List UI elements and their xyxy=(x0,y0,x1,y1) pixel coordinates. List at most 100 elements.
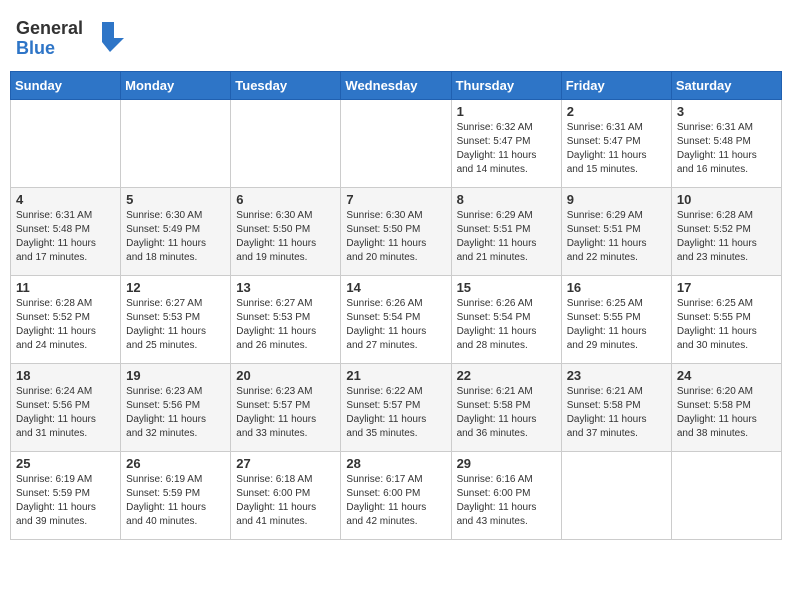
day-info: Sunrise: 6:22 AM Sunset: 5:57 PM Dayligh… xyxy=(346,385,445,441)
logo: General Blue xyxy=(14,14,124,63)
day-number: 21 xyxy=(346,368,445,383)
calendar-cell: 20 Sunrise: 6:23 AM Sunset: 5:57 PM Dayli… xyxy=(231,364,341,452)
day-number: 3 xyxy=(677,104,776,119)
day-info: Sunrise: 6:27 AM Sunset: 5:53 PM Dayligh… xyxy=(126,297,225,353)
calendar-cell: 23 Sunrise: 6:21 AM Sunset: 5:58 PM Dayli… xyxy=(561,364,671,452)
calendar-cell: 1Sunrise: 6:32 AM Sunset: 5:47 PM Daylig… xyxy=(451,100,561,188)
calendar-cell: 7 Sunrise: 6:30 AM Sunset: 5:50 PM Daylig… xyxy=(341,188,451,276)
day-number: 10 xyxy=(677,192,776,207)
day-number: 2 xyxy=(567,104,666,119)
day-number: 27 xyxy=(236,456,335,471)
day-info: Sunrise: 6:21 AM Sunset: 5:58 PM Dayligh… xyxy=(457,385,556,441)
svg-text:General: General xyxy=(16,18,83,38)
calendar-cell: 13 Sunrise: 6:27 AM Sunset: 5:53 PM Dayli… xyxy=(231,276,341,364)
calendar-cell: 12 Sunrise: 6:27 AM Sunset: 5:53 PM Dayli… xyxy=(121,276,231,364)
day-number: 22 xyxy=(457,368,556,383)
column-header-sunday: Sunday xyxy=(11,72,121,100)
calendar-cell: 29 Sunrise: 6:16 AM Sunset: 6:00 PM Dayli… xyxy=(451,452,561,540)
calendar-cell: 16Sunrise: 6:25 AM Sunset: 5:55 PM Dayli… xyxy=(561,276,671,364)
header: General Blue xyxy=(10,10,782,63)
calendar-cell: 26 Sunrise: 6:19 AM Sunset: 5:59 PM Dayli… xyxy=(121,452,231,540)
calendar-cell: 6 Sunrise: 6:30 AM Sunset: 5:50 PM Daylig… xyxy=(231,188,341,276)
day-info: Sunrise: 6:28 AM Sunset: 5:52 PM Dayligh… xyxy=(677,209,776,265)
calendar-cell: 10 Sunrise: 6:28 AM Sunset: 5:52 PM Dayli… xyxy=(671,188,781,276)
day-number: 7 xyxy=(346,192,445,207)
calendar-week-row: 4 Sunrise: 6:31 AM Sunset: 5:48 PM Daylig… xyxy=(11,188,782,276)
day-number: 9 xyxy=(567,192,666,207)
day-number: 15 xyxy=(457,280,556,295)
day-number: 6 xyxy=(236,192,335,207)
calendar-cell: 5 Sunrise: 6:30 AM Sunset: 5:49 PM Daylig… xyxy=(121,188,231,276)
calendar-cell xyxy=(11,100,121,188)
day-number: 28 xyxy=(346,456,445,471)
day-info: Sunrise: 6:28 AM Sunset: 5:52 PM Dayligh… xyxy=(16,297,115,353)
calendar-cell: 25Sunrise: 6:19 AM Sunset: 5:59 PM Dayli… xyxy=(11,452,121,540)
logo-text: General Blue xyxy=(14,14,124,63)
calendar-table: SundayMondayTuesdayWednesdayThursdayFrid… xyxy=(10,71,782,540)
calendar-header-row: SundayMondayTuesdayWednesdayThursdayFrid… xyxy=(11,72,782,100)
day-number: 26 xyxy=(126,456,225,471)
day-number: 8 xyxy=(457,192,556,207)
column-header-monday: Monday xyxy=(121,72,231,100)
calendar-cell: 3Sunrise: 6:31 AM Sunset: 5:48 PM Daylig… xyxy=(671,100,781,188)
day-info: Sunrise: 6:31 AM Sunset: 5:47 PM Dayligh… xyxy=(567,121,666,177)
calendar-cell: 21 Sunrise: 6:22 AM Sunset: 5:57 PM Dayli… xyxy=(341,364,451,452)
calendar-cell: 14Sunrise: 6:26 AM Sunset: 5:54 PM Dayli… xyxy=(341,276,451,364)
calendar-cell: 15 Sunrise: 6:26 AM Sunset: 5:54 PM Dayli… xyxy=(451,276,561,364)
calendar-cell xyxy=(671,452,781,540)
calendar-cell xyxy=(231,100,341,188)
day-info: Sunrise: 6:31 AM Sunset: 5:48 PM Dayligh… xyxy=(16,209,115,265)
day-number: 25 xyxy=(16,456,115,471)
calendar-cell: 8 Sunrise: 6:29 AM Sunset: 5:51 PM Daylig… xyxy=(451,188,561,276)
calendar-cell: 17Sunrise: 6:25 AM Sunset: 5:55 PM Dayli… xyxy=(671,276,781,364)
day-number: 5 xyxy=(126,192,225,207)
day-info: Sunrise: 6:30 AM Sunset: 5:50 PM Dayligh… xyxy=(346,209,445,265)
calendar-cell: 24Sunrise: 6:20 AM Sunset: 5:58 PM Dayli… xyxy=(671,364,781,452)
day-info: Sunrise: 6:19 AM Sunset: 5:59 PM Dayligh… xyxy=(126,473,225,529)
calendar-week-row: 1Sunrise: 6:32 AM Sunset: 5:47 PM Daylig… xyxy=(11,100,782,188)
day-info: Sunrise: 6:18 AM Sunset: 6:00 PM Dayligh… xyxy=(236,473,335,529)
day-info: Sunrise: 6:21 AM Sunset: 5:58 PM Dayligh… xyxy=(567,385,666,441)
column-header-saturday: Saturday xyxy=(671,72,781,100)
calendar-cell: 28Sunrise: 6:17 AM Sunset: 6:00 PM Dayli… xyxy=(341,452,451,540)
column-header-thursday: Thursday xyxy=(451,72,561,100)
day-number: 23 xyxy=(567,368,666,383)
day-number: 29 xyxy=(457,456,556,471)
calendar-cell: 2 Sunrise: 6:31 AM Sunset: 5:47 PM Daylig… xyxy=(561,100,671,188)
day-info: Sunrise: 6:30 AM Sunset: 5:49 PM Dayligh… xyxy=(126,209,225,265)
day-number: 20 xyxy=(236,368,335,383)
calendar-cell: 18Sunrise: 6:24 AM Sunset: 5:56 PM Dayli… xyxy=(11,364,121,452)
day-info: Sunrise: 6:25 AM Sunset: 5:55 PM Dayligh… xyxy=(677,297,776,353)
day-number: 18 xyxy=(16,368,115,383)
day-info: Sunrise: 6:23 AM Sunset: 5:56 PM Dayligh… xyxy=(126,385,225,441)
calendar-cell: 27 Sunrise: 6:18 AM Sunset: 6:00 PM Dayli… xyxy=(231,452,341,540)
calendar-cell: 19 Sunrise: 6:23 AM Sunset: 5:56 PM Dayli… xyxy=(121,364,231,452)
calendar-week-row: 11 Sunrise: 6:28 AM Sunset: 5:52 PM Dayli… xyxy=(11,276,782,364)
day-info: Sunrise: 6:29 AM Sunset: 5:51 PM Dayligh… xyxy=(567,209,666,265)
day-info: Sunrise: 6:20 AM Sunset: 5:58 PM Dayligh… xyxy=(677,385,776,441)
calendar-week-row: 18Sunrise: 6:24 AM Sunset: 5:56 PM Dayli… xyxy=(11,364,782,452)
calendar-cell: 22 Sunrise: 6:21 AM Sunset: 5:58 PM Dayli… xyxy=(451,364,561,452)
calendar-cell xyxy=(121,100,231,188)
day-info: Sunrise: 6:29 AM Sunset: 5:51 PM Dayligh… xyxy=(457,209,556,265)
day-number: 16 xyxy=(567,280,666,295)
column-header-wednesday: Wednesday xyxy=(341,72,451,100)
day-number: 4 xyxy=(16,192,115,207)
day-number: 13 xyxy=(236,280,335,295)
calendar-cell: 4 Sunrise: 6:31 AM Sunset: 5:48 PM Daylig… xyxy=(11,188,121,276)
column-header-tuesday: Tuesday xyxy=(231,72,341,100)
day-number: 11 xyxy=(16,280,115,295)
day-number: 19 xyxy=(126,368,225,383)
day-number: 12 xyxy=(126,280,225,295)
svg-text:Blue: Blue xyxy=(16,38,55,58)
day-info: Sunrise: 6:23 AM Sunset: 5:57 PM Dayligh… xyxy=(236,385,335,441)
day-info: Sunrise: 6:30 AM Sunset: 5:50 PM Dayligh… xyxy=(236,209,335,265)
day-info: Sunrise: 6:26 AM Sunset: 5:54 PM Dayligh… xyxy=(457,297,556,353)
day-info: Sunrise: 6:27 AM Sunset: 5:53 PM Dayligh… xyxy=(236,297,335,353)
calendar-cell: 9 Sunrise: 6:29 AM Sunset: 5:51 PM Daylig… xyxy=(561,188,671,276)
day-info: Sunrise: 6:32 AM Sunset: 5:47 PM Dayligh… xyxy=(457,121,556,177)
day-number: 14 xyxy=(346,280,445,295)
day-info: Sunrise: 6:16 AM Sunset: 6:00 PM Dayligh… xyxy=(457,473,556,529)
calendar-cell xyxy=(561,452,671,540)
calendar-cell: 11 Sunrise: 6:28 AM Sunset: 5:52 PM Dayli… xyxy=(11,276,121,364)
